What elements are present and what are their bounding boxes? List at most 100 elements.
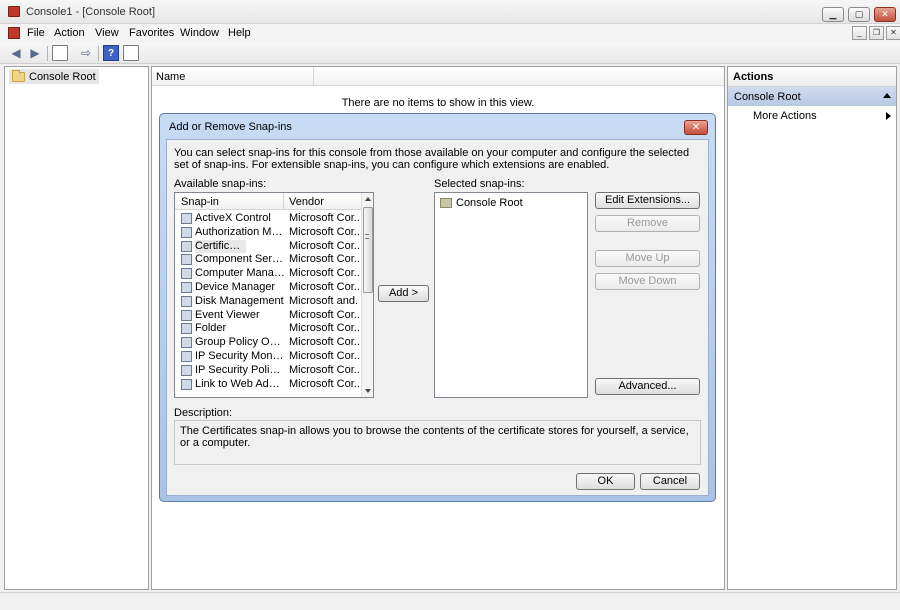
mdi-close-icon[interactable]: ✕ (886, 26, 900, 40)
tree-item-console-root[interactable]: Console Root (9, 69, 99, 84)
selected-snapin-label: Console Root (456, 197, 523, 209)
snapin-icon (181, 309, 192, 321)
menu-help[interactable]: Help (228, 27, 251, 39)
cancel-button[interactable]: Cancel (640, 473, 700, 490)
table-row[interactable]: Device Manager Microsoft Cor... (175, 281, 361, 295)
snapin-icon (181, 364, 192, 376)
table-row[interactable]: Certificates Microsoft Cor... (175, 239, 361, 254)
snapin-name: Group Policy Object ... (195, 336, 285, 349)
minimize-icon[interactable]: ▁ (822, 7, 844, 22)
snapin-name: Certificates (195, 239, 246, 253)
forward-arrow-icon[interactable]: ▶ (27, 45, 43, 61)
column-divider[interactable] (283, 193, 284, 210)
list-item[interactable]: Console Root (440, 197, 523, 209)
table-row[interactable]: ActiveX Control Microsoft Cor... (175, 212, 361, 226)
selected-snapins-label: Selected snap-ins: (434, 178, 525, 190)
mdi-restore-icon[interactable]: ❐ (869, 26, 884, 40)
window-title: Console1 - [Console Root] (26, 6, 156, 18)
console-tree-pane: Console Root (4, 66, 149, 590)
ok-button[interactable]: OK (576, 473, 635, 490)
close-icon[interactable]: ✕ (874, 7, 896, 22)
empty-view-message: There are no items to show in this view. (341, 97, 535, 109)
table-row[interactable]: Group Policy Object ... Microsoft Cor... (175, 336, 361, 350)
tree-item-label: Console Root (29, 70, 96, 83)
maximize-icon[interactable]: ▢ (848, 7, 870, 22)
menu-file[interactable]: File (27, 27, 45, 39)
menu-favorites[interactable]: Favorites (129, 27, 174, 39)
snapin-vendor: Microsoft Cor... (289, 377, 359, 390)
table-row[interactable]: Authorization Manager Microsoft Cor... (175, 226, 361, 240)
move-down-button[interactable]: Move Down (595, 273, 700, 290)
table-row[interactable]: IP Security Monitor Microsoft Cor... (175, 350, 361, 364)
help-icon[interactable]: ? (103, 45, 119, 61)
snapin-icon (181, 350, 192, 362)
table-row[interactable]: Disk Management Microsoft and... (175, 295, 361, 309)
snapin-name: Authorization Manager (195, 225, 285, 238)
snapin-vendor: Microsoft Cor... (289, 253, 359, 266)
show-hide-action-pane-icon[interactable] (123, 45, 139, 61)
actions-section-console-root[interactable]: Console Root (728, 87, 896, 106)
snapin-vendor: Microsoft Cor... (289, 212, 359, 224)
snapin-icon (181, 254, 192, 266)
scroll-down-icon[interactable] (365, 389, 371, 393)
snapin-name: Component Services (195, 253, 285, 266)
snapin-vendor: Microsoft Cor... (289, 280, 359, 293)
move-up-button[interactable]: Move Up (595, 250, 700, 267)
dialog-close-icon[interactable]: ✕ (684, 120, 708, 135)
table-row[interactable]: Component Services Microsoft Cor... (175, 253, 361, 267)
snapin-icon (181, 281, 192, 293)
column-snapin[interactable]: Snap-in (181, 196, 219, 208)
scroll-up-icon[interactable] (365, 197, 371, 201)
document-icon[interactable] (8, 27, 20, 39)
snapin-vendor: Microsoft Cor... (289, 225, 359, 238)
column-divider[interactable] (313, 67, 314, 86)
dialog-intro-text: You can select snap-ins for this console… (174, 147, 690, 171)
show-hide-tree-icon[interactable] (52, 45, 68, 61)
edit-extensions-button[interactable]: Edit Extensions... (595, 192, 700, 209)
snapin-vendor: Microsoft and... (289, 294, 359, 307)
menu-action[interactable]: Action (54, 27, 85, 39)
snapin-name: Link to Web Address (195, 377, 285, 390)
scrollbar-thumb[interactable] (363, 207, 373, 293)
actions-section-label: Console Root (734, 91, 801, 103)
snapin-vendor: Microsoft Cor... (289, 363, 359, 376)
snapin-vendor: Microsoft Cor... (289, 239, 359, 252)
snapin-name: Event Viewer (195, 308, 260, 321)
description-text: The Certificates snap-in allows you to b… (174, 420, 701, 465)
mdi-minimize-icon[interactable]: _ (852, 26, 867, 40)
snapin-icon (181, 295, 192, 307)
toolbar: ◀ ▶ ⇨ ? (0, 43, 900, 64)
menu-view[interactable]: View (95, 27, 119, 39)
column-vendor[interactable]: Vendor (289, 196, 324, 208)
export-list-icon[interactable]: ⇨ (78, 45, 94, 61)
column-name[interactable]: Name (156, 71, 185, 83)
available-snapins-list[interactable]: Snap-in Vendor ActiveX Control Microsoft … (174, 192, 374, 398)
submenu-arrow-icon[interactable] (886, 112, 891, 120)
snapin-list-scrollbar[interactable] (361, 193, 373, 397)
table-row[interactable]: Link to Web Address Microsoft Cor... (175, 378, 361, 392)
snapin-name: ActiveX Control (195, 212, 271, 224)
table-row[interactable]: Computer Managem... Microsoft Cor... (175, 267, 361, 281)
advanced-button[interactable]: Advanced... (595, 378, 700, 395)
snapin-name: Device Manager (195, 280, 276, 293)
back-arrow-icon[interactable]: ◀ (8, 45, 24, 61)
add-button[interactable]: Add > (378, 285, 429, 302)
remove-button[interactable]: Remove (595, 215, 700, 232)
snapin-name: IP Security Policy M... (195, 363, 285, 376)
menu-window[interactable]: Window (180, 27, 219, 39)
toolbar-separator (98, 46, 99, 61)
snapin-icon (181, 323, 192, 335)
selected-snapins-list[interactable]: Console Root (434, 192, 588, 398)
snapin-name: Disk Management (195, 294, 284, 307)
more-actions-link[interactable]: More Actions (753, 110, 817, 122)
snapin-name: IP Security Monitor (195, 349, 285, 362)
console-root-icon (440, 198, 452, 208)
table-row[interactable]: IP Security Policy M... Microsoft Cor... (175, 364, 361, 378)
table-row[interactable]: Event Viewer Microsoft Cor... (175, 309, 361, 323)
available-snapins-label: Available snap-ins: (174, 178, 267, 190)
snapin-icon (181, 226, 192, 238)
result-column-header: Name (152, 67, 724, 86)
table-row[interactable]: Folder Microsoft Cor... (175, 322, 361, 336)
collapse-up-icon[interactable] (883, 93, 891, 98)
snapin-vendor: Microsoft Cor... (289, 349, 359, 362)
